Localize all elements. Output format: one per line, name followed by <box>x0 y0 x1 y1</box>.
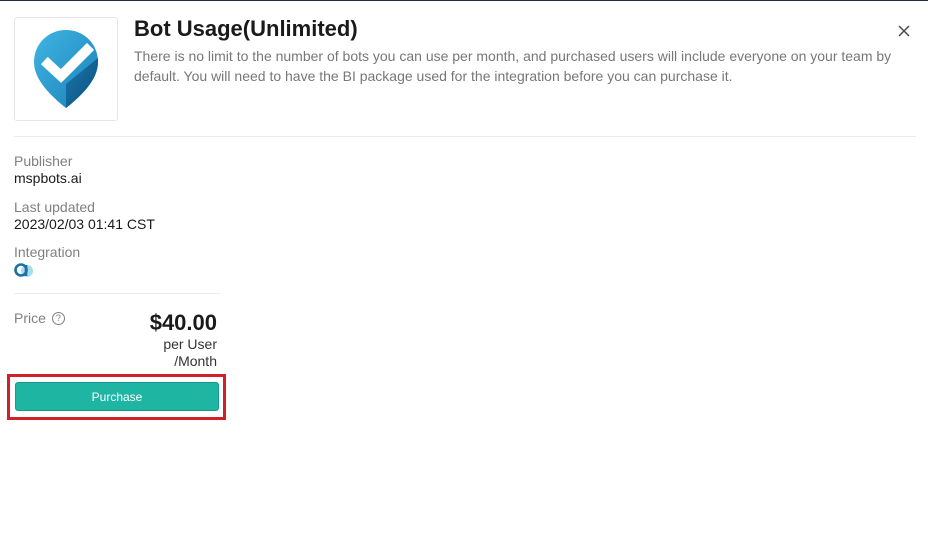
price-divider <box>14 293 220 294</box>
product-description: There is no limit to the number of bots … <box>134 48 892 84</box>
price-row-label: Price ? <box>14 310 65 326</box>
price-unit-per-user: per User <box>163 336 217 352</box>
price-amount: $40.00 <box>149 310 217 335</box>
price-unit: per User /Month <box>163 336 217 370</box>
product-logo <box>14 17 118 121</box>
last-updated-label: Last updated <box>14 199 95 215</box>
price-unit-per-month: /Month <box>174 353 217 369</box>
help-icon[interactable]: ? <box>51 311 65 325</box>
header-divider <box>14 136 916 137</box>
purchase-highlight-box: Purchase <box>7 374 226 420</box>
publisher-value: mspbots.ai <box>14 170 82 186</box>
page-title: Bot Usage(Unlimited) <box>134 16 358 41</box>
close-icon[interactable] <box>896 23 912 39</box>
last-updated-value: 2023/02/03 01:41 CST <box>14 216 155 232</box>
price-label: Price <box>14 310 46 326</box>
bi-integration-icon[interactable] <box>14 262 34 283</box>
publisher-label: Publisher <box>14 153 73 169</box>
integration-label: Integration <box>14 244 81 260</box>
top-border <box>0 0 928 1</box>
product-detail-dialog: Bot Usage(Unlimited) There is no limit t… <box>0 0 928 553</box>
purchase-button[interactable]: Purchase <box>15 382 219 411</box>
shield-check-icon <box>34 30 98 108</box>
